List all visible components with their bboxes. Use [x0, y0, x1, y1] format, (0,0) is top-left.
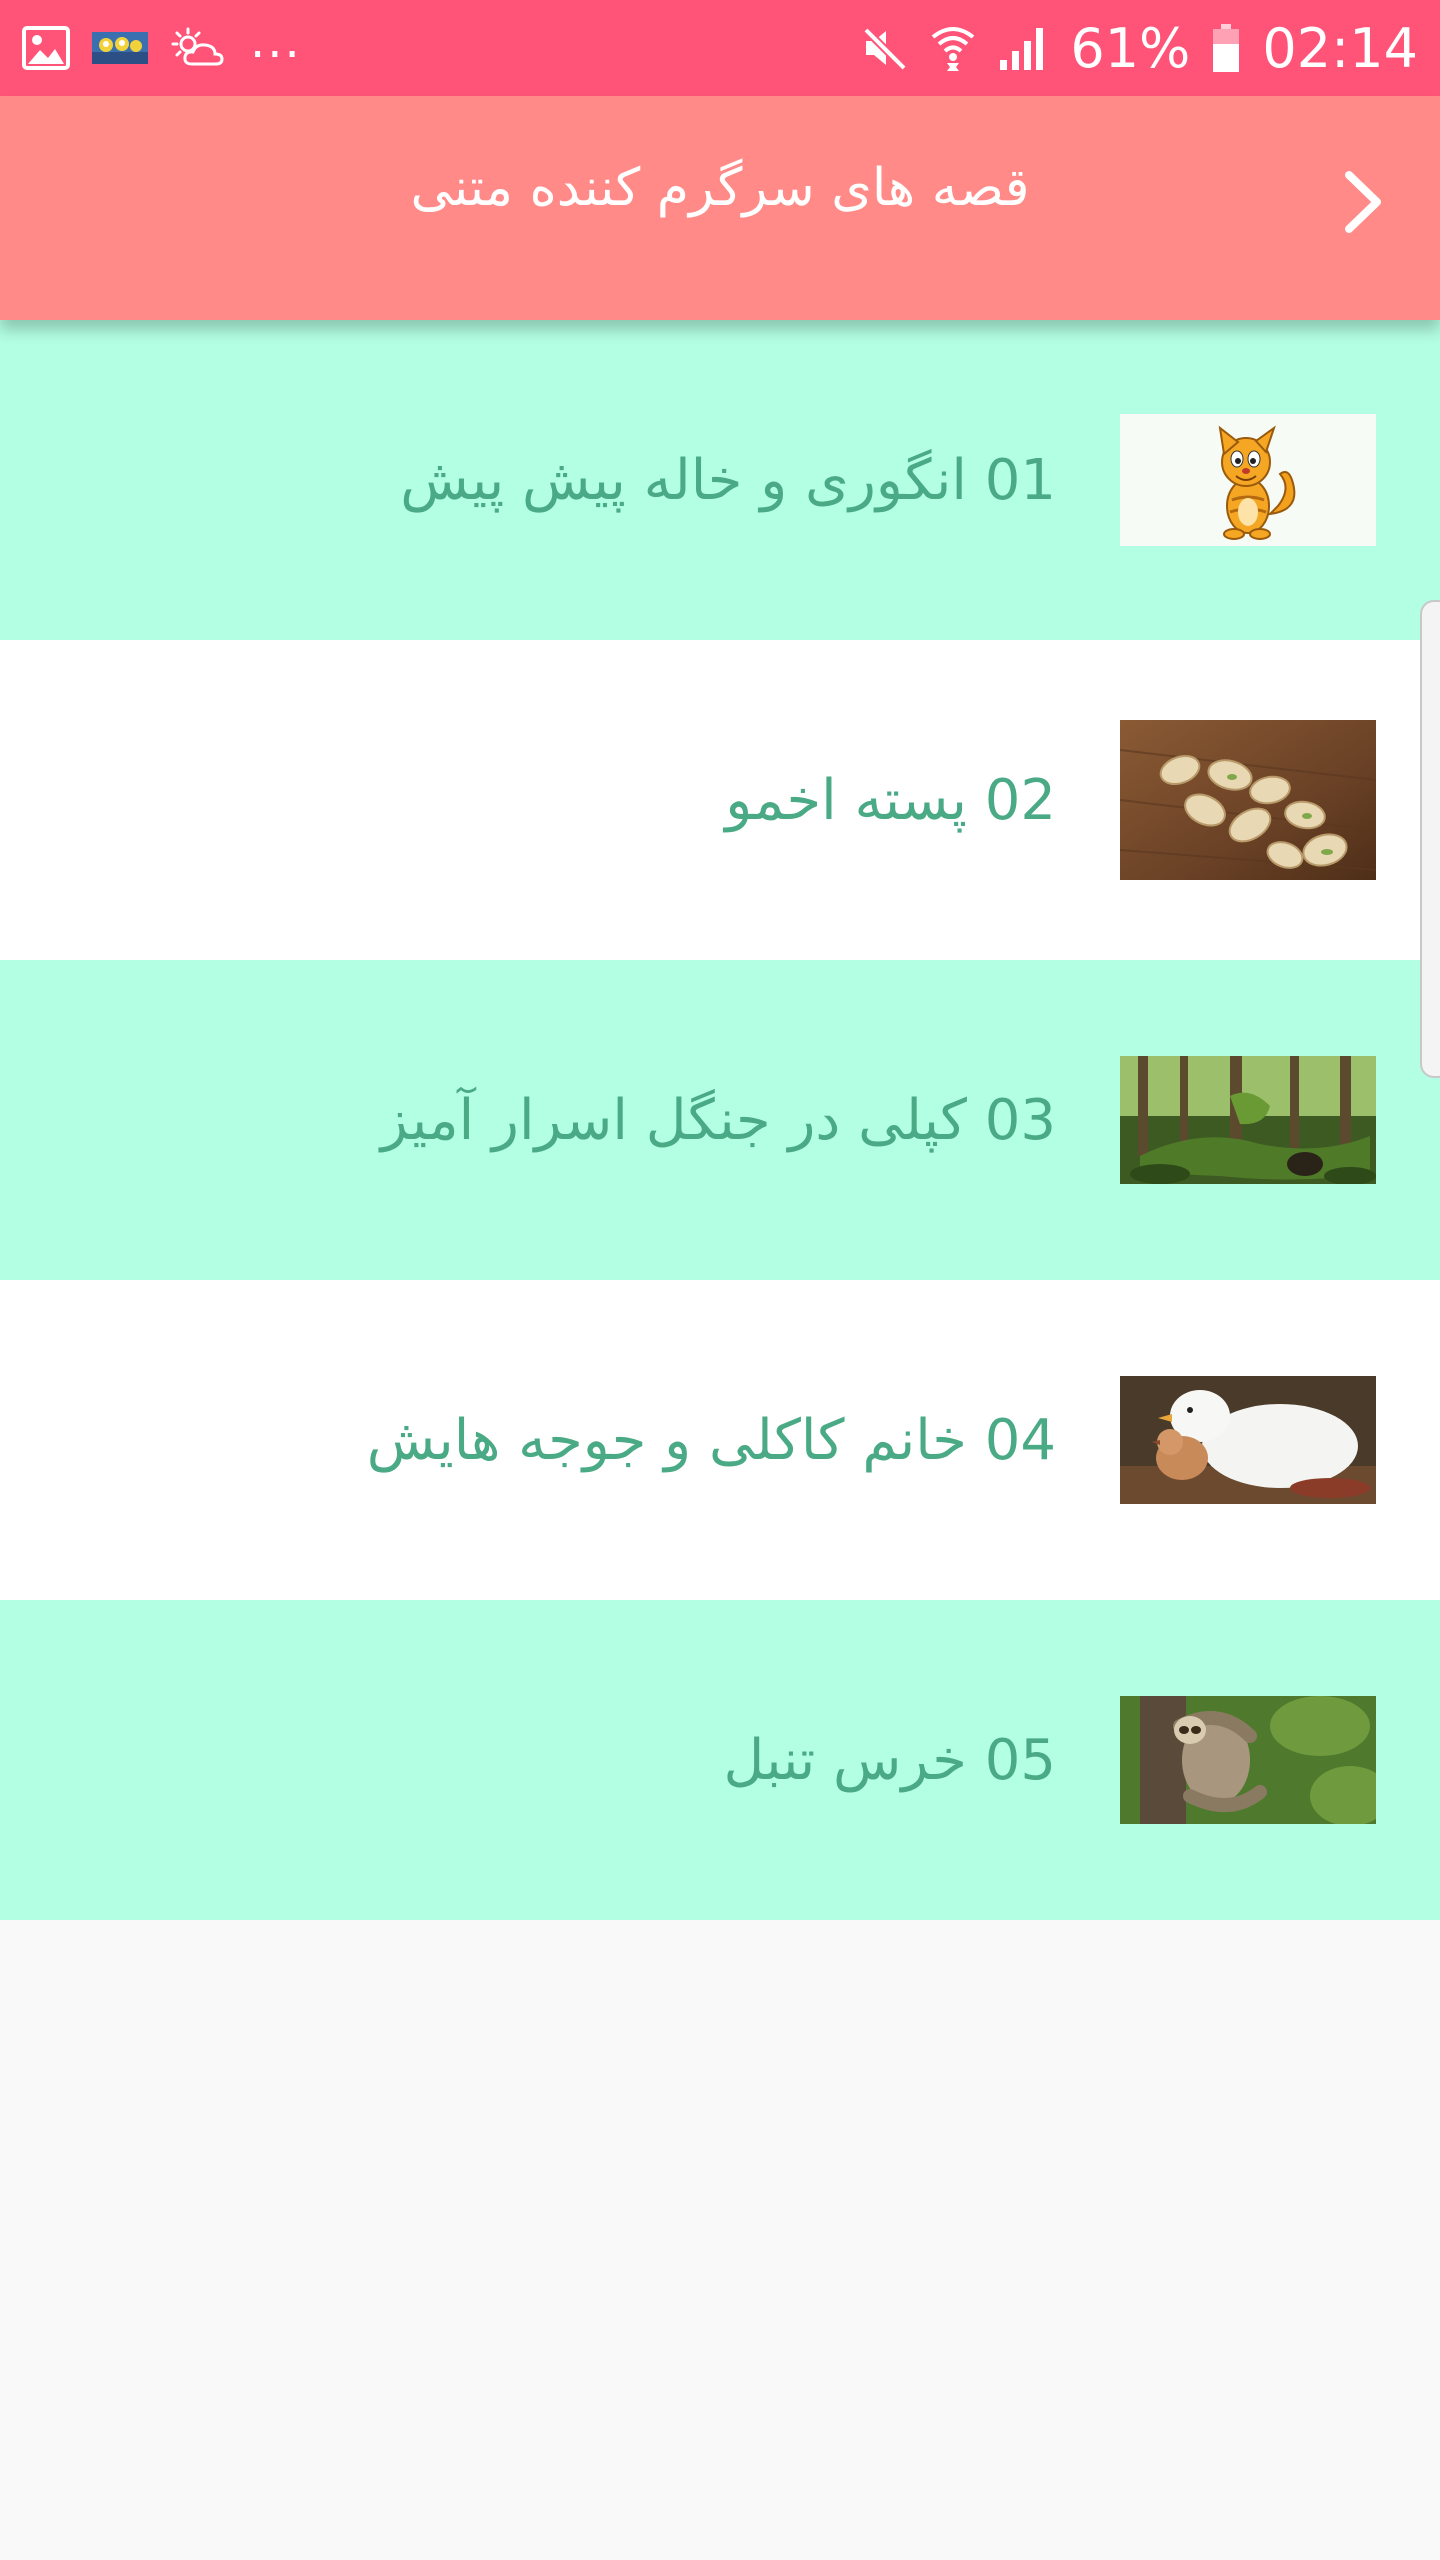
story-list: 01 انگوری و خاله پیش پیش 02 پسته اخمو 03…	[0, 320, 1440, 1920]
story-item-02[interactable]: 02 پسته اخمو	[0, 640, 1440, 960]
hen-with-chick-image	[1120, 1376, 1376, 1504]
pistachios-image	[1120, 720, 1376, 880]
clock: 02:14	[1262, 16, 1418, 80]
status-bar-right: 61% 02:14	[860, 17, 1418, 80]
status-bar: ... 61% 02:14	[0, 0, 1440, 96]
sloth-image	[1120, 1696, 1376, 1824]
forest-image	[1120, 1056, 1376, 1184]
more-notifications-indicator: ...	[250, 13, 302, 69]
story-item-01[interactable]: 01 انگوری و خاله پیش پیش	[0, 320, 1440, 640]
story-title-01: 01 انگوری و خاله پیش پیش	[400, 447, 1056, 513]
story-title-04: 04 خانم کاکلی و جوجه هایش	[366, 1407, 1056, 1473]
gallery-icon	[22, 26, 70, 70]
app-bar: قصه های سرگرم کننده متنی	[0, 96, 1440, 320]
story-item-04[interactable]: 04 خانم کاکلی و جوجه هایش	[0, 1280, 1440, 1600]
mute-icon	[860, 24, 908, 72]
battery-icon	[1212, 23, 1240, 73]
back-button[interactable]	[1322, 162, 1402, 242]
wifi-icon	[930, 23, 976, 73]
chevron-right-icon	[1345, 171, 1381, 233]
weather-icon	[170, 26, 228, 70]
story-item-05[interactable]: 05 خرس تنبل	[0, 1600, 1440, 1920]
story-title-05: 05 خرس تنبل	[723, 1727, 1056, 1793]
minions-thumbnail-icon	[92, 32, 148, 64]
story-title-03: 03 کپلی در جنگل اسرار آمیز	[380, 1087, 1056, 1153]
story-title-02: 02 پسته اخمو	[725, 767, 1056, 833]
story-item-03[interactable]: 03 کپلی در جنگل اسرار آمیز	[0, 960, 1440, 1280]
scrollbar-handle[interactable]	[1420, 600, 1440, 1078]
battery-percent: 61%	[1070, 16, 1191, 80]
page-title: قصه های سرگرم کننده متنی	[410, 158, 1030, 218]
signal-icon	[998, 24, 1048, 72]
status-bar-left: ...	[22, 13, 302, 70]
cat-cartoon-image	[1120, 414, 1376, 546]
